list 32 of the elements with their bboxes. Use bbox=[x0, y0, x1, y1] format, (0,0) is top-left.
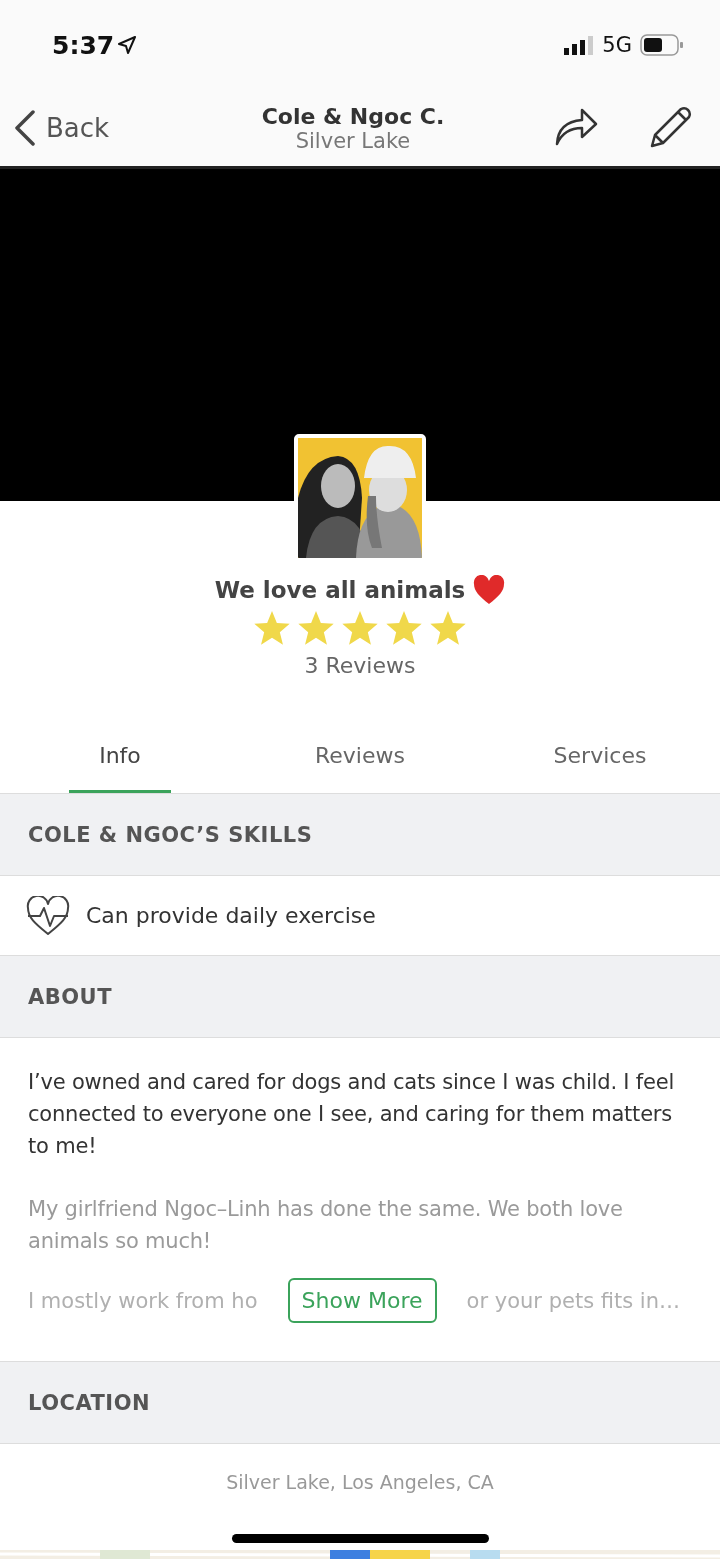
heartbeat-icon bbox=[26, 895, 70, 936]
profile-tagline: We love all animals bbox=[214, 577, 466, 603]
review-count: 3 Reviews bbox=[304, 653, 416, 678]
location-text: Silver Lake, Los Angeles, CA bbox=[226, 1470, 494, 1493]
star-icon bbox=[385, 611, 423, 647]
back-chevron-icon bbox=[14, 110, 36, 146]
tab[interactable]: Services bbox=[480, 721, 720, 793]
section-heading: COLE & NGOC’S SKILLS bbox=[28, 822, 313, 847]
star-icon bbox=[297, 611, 335, 647]
back-button[interactable]: Back bbox=[14, 110, 154, 146]
location-arrow-icon bbox=[118, 36, 137, 54]
faded-text: I mostly work from ho bbox=[28, 1288, 258, 1313]
star-icon bbox=[253, 611, 291, 647]
battery-icon bbox=[640, 34, 684, 56]
show-more-button[interactable]: Show More bbox=[287, 1278, 437, 1323]
star-icon bbox=[341, 611, 379, 647]
star-icon bbox=[429, 611, 467, 647]
about-paragraph: I’ve owned and cared for dogs and cats since I was child. I feel connected to everyone one I see, and caring for them matters to me! bbox=[28, 1069, 676, 1160]
about-paragraph: My girlfriend Ngoc–Linh has done the same. We both love animals so much! bbox=[28, 1196, 624, 1255]
nav-title: Cole & Ngoc C. bbox=[261, 103, 445, 129]
tab[interactable]: Reviews bbox=[240, 721, 480, 793]
share-icon[interactable] bbox=[554, 106, 598, 146]
skill-label: Can provide daily exercise bbox=[86, 903, 376, 928]
section-heading: LOCATION bbox=[28, 1390, 151, 1415]
heart-icon bbox=[473, 575, 506, 605]
faded-text: or your pets fits in… bbox=[466, 1288, 680, 1313]
status-time: 5:37 bbox=[52, 30, 115, 60]
nav-subtitle: Silver Lake bbox=[295, 128, 411, 153]
signal-icon bbox=[564, 35, 595, 55]
network-label: 5G bbox=[602, 33, 632, 57]
edit-icon[interactable] bbox=[648, 106, 692, 150]
section-heading: ABOUT bbox=[28, 984, 112, 1009]
